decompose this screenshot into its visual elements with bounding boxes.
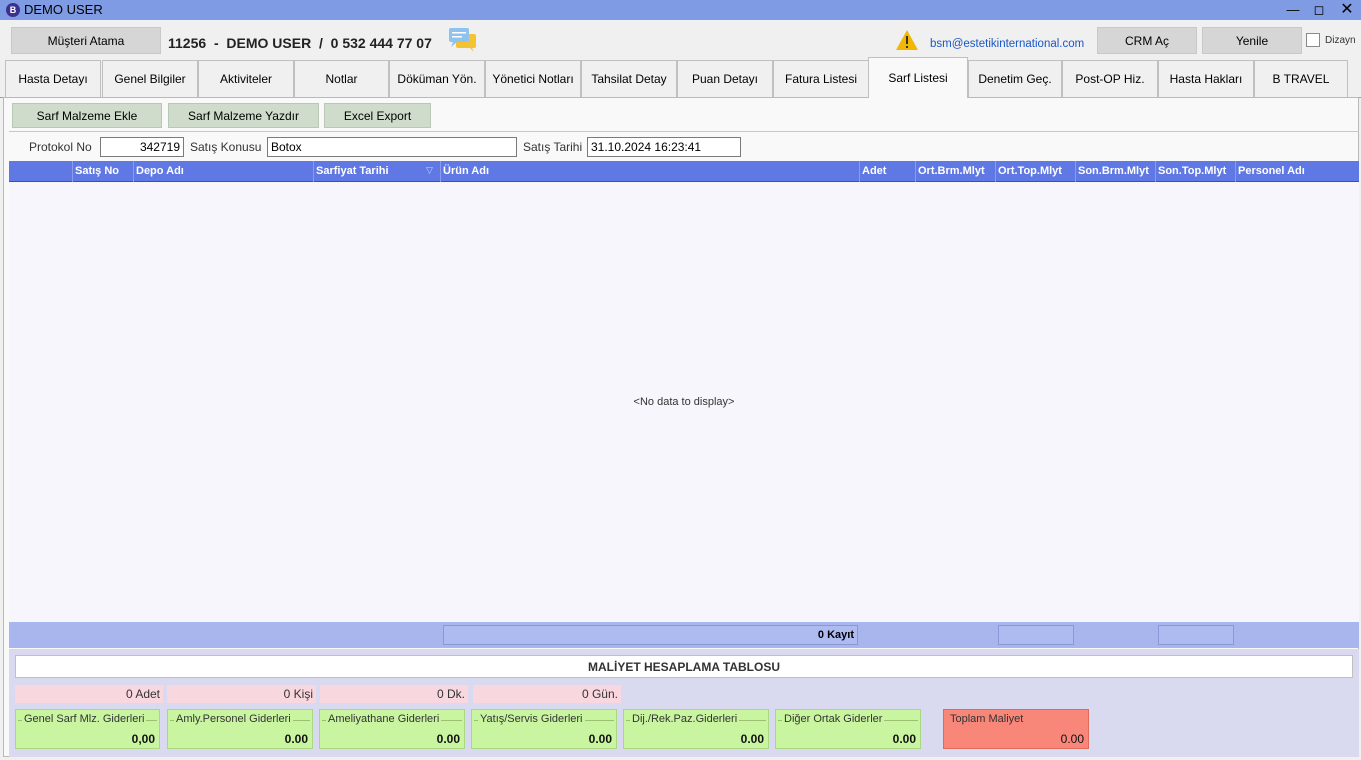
column-header-avg-total-cost[interactable]: Ort.Top.Mlyt [995,161,1075,182]
cost-other-shared: Diğer Ortak Giderler 0.00 [775,709,921,749]
chat-icon[interactable] [448,27,478,53]
no-data-message: <No data to display> [633,396,735,408]
column-header-quantity[interactable]: Adet [859,161,915,182]
column-header-staff[interactable]: Personel Adı [1235,161,1359,182]
maximize-icon[interactable]: ◻ [1306,0,1332,20]
customer-name: DEMO USER [226,35,312,51]
design-checkbox[interactable] [1306,33,1320,47]
column-header-sale-no[interactable]: Satış No [72,161,133,182]
column-header-depot[interactable]: Depo Adı [133,161,313,182]
cost-digital-marketing: Dij./Rek.Paz.Giderleri 0.00 [623,709,769,749]
protocol-input[interactable]: 342719 [100,137,184,157]
cost-label: Genel Sarf Mlz. Giderleri [22,713,147,725]
column-header-select[interactable] [9,161,72,182]
footer-summary-last-total [1158,625,1234,645]
stat-days: 0 Gün. [473,685,621,703]
title-bar [0,0,1361,20]
tab-post-op[interactable]: Post-OP Hiz. [1062,60,1158,97]
cost-surgery-staff: Amly.Personel Giderleri 0.00 [167,709,313,749]
refresh-button[interactable]: Yenile [1202,27,1302,54]
cost-label: Dij./Rek.Paz.Giderleri [630,713,740,725]
cost-total: Toplam Maliyet 0.00 [943,709,1089,749]
cost-value: 0.00 [284,732,308,746]
column-header-product[interactable]: Ürün Adı [440,161,859,182]
stat-minutes: 0 Dk. [320,685,468,703]
subject-input[interactable]: Botox [267,137,517,157]
cost-label: Ameliyathane Giderleri [326,713,442,725]
tab-invoice-list[interactable]: Fatura Listesi [773,60,869,97]
print-consumable-button[interactable]: Sarf Malzeme Yazdır [168,103,319,128]
tab-payment-detail[interactable]: Tahsilat Detay [581,60,677,97]
tab-audit[interactable]: Denetim Geç. [968,60,1062,97]
close-icon[interactable]: ✕ [1334,0,1360,20]
column-header-last-total-cost[interactable]: Son.Top.Mlyt [1155,161,1235,182]
column-header-avg-unit-cost[interactable]: Ort.Brm.Mlyt [915,161,995,182]
protocol-label: Protokol No [29,140,92,154]
date-input[interactable]: 31.10.2024 16:23:41 [587,137,741,157]
add-consumable-button[interactable]: Sarf Malzeme Ekle [12,103,162,128]
tab-patient-detail[interactable]: Hasta Detayı [5,60,101,97]
cost-value: 0,00 [131,732,155,746]
cost-label: Diğer Ortak Giderler [782,713,885,725]
footer-summary-avg-total [998,625,1074,645]
total-cost-label: Toplam Maliyet [950,713,1024,725]
tab-consumption-list[interactable]: Sarf Listesi [868,57,968,98]
cost-label: Amly.Personel Giderleri [174,713,293,725]
excel-export-button[interactable]: Excel Export [324,103,431,128]
column-header-last-unit-cost[interactable]: Son.Brm.Mlyt [1075,161,1155,182]
customer-phone: 0 532 444 77 07 [330,35,432,51]
total-cost-value: 0.00 [1060,732,1084,746]
window-title: DEMO USER [24,2,103,17]
sort-filter-icon[interactable]: ▽ [426,165,433,176]
date-label: Satış Tarihi [523,140,583,154]
cost-general-consumables: Genel Sarf Mlz. Giderleri 0,00 [15,709,160,749]
cost-operating-room: Ameliyathane Giderleri 0.00 [319,709,465,749]
toolbar-divider [9,131,1359,132]
tab-b-travel[interactable]: B TRAVEL [1254,60,1348,97]
warning-icon [895,29,919,51]
tab-points-detail[interactable]: Puan Detayı [677,60,773,97]
subject-label: Satış Konusu [190,140,262,154]
stat-persons: 0 Kişi [167,685,316,703]
cost-value: 0.00 [436,732,460,746]
customer-assign-button[interactable]: Müşteri Atama [11,27,161,54]
record-count: 0 Kayıt [443,625,858,645]
app-logo-icon: B [6,3,20,17]
customer-info: 11256 - DEMO USER / 0 532 444 77 07 [168,35,432,51]
stat-quantity: 0 Adet [15,685,163,703]
column-header-consumption-date-label: Sarfiyat Tarihi [316,165,389,177]
tab-general-info[interactable]: Genel Bilgiler [102,60,198,97]
cost-table-title: MALİYET HESAPLAMA TABLOSU [15,655,1353,678]
cost-hospitalization: Yatış/Servis Giderleri 0.00 [471,709,617,749]
email-link[interactable]: bsm@estetikinternational.com [930,38,1084,50]
tab-documents[interactable]: Döküman Yön. [389,60,485,97]
column-header-consumption-date[interactable]: Sarfiyat Tarihi [313,161,440,182]
design-label: Dizayn [1325,35,1356,46]
tab-notes[interactable]: Notlar [294,60,389,97]
cost-value: 0.00 [740,732,764,746]
crm-open-button[interactable]: CRM Aç [1097,27,1197,54]
tab-patient-rights[interactable]: Hasta Hakları [1158,60,1254,97]
tab-activities[interactable]: Aktiviteler [198,60,294,97]
customer-id: 11256 [168,35,207,51]
cost-label: Yatış/Servis Giderleri [478,713,585,725]
minimize-icon[interactable]: — [1280,0,1306,20]
cost-value: 0.00 [588,732,612,746]
tab-manager-notes[interactable]: Yönetici Notları [485,60,581,97]
cost-value: 0.00 [892,732,916,746]
